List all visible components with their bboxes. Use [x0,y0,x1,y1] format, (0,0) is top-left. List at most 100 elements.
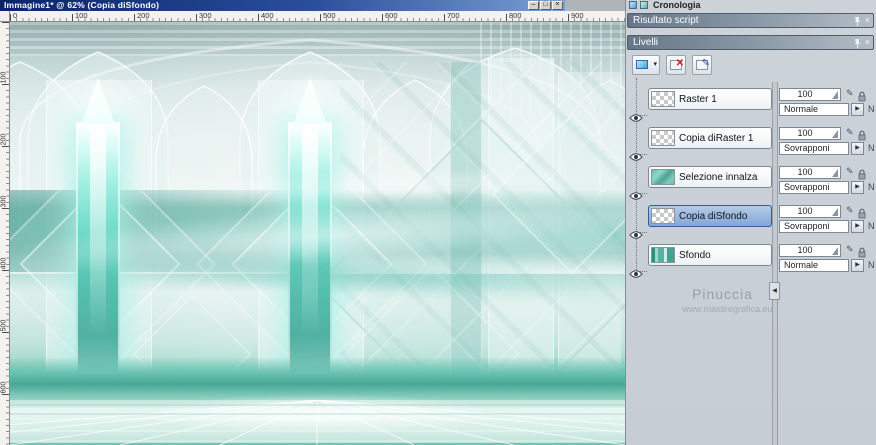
vertical-ruler: 100 200 300 400 500 600 [0,22,10,445]
layer-opacity-value: 100 [780,245,830,256]
blend-mode-value: Normale [784,260,818,270]
layer-opacity-field[interactable]: 100 [779,205,841,218]
link-indicator: N [868,260,875,270]
blend-mode-value: Sovrapponi [784,182,830,192]
opacity-slider-icon [832,247,838,255]
lock-icon [858,167,866,178]
blend-mode-dropdown[interactable]: Normale [779,103,849,116]
layer-thumbnail [651,169,675,185]
opacity-slider-icon [832,169,838,177]
blend-dropdown-arrow[interactable]: ▶ [851,142,864,155]
blend-mode-value: Sovrapponi [784,143,830,153]
splitter-collapse-arrow[interactable]: ◀ [769,282,780,300]
layer-row: Copia diRaster 1 100 ✎ Sovrapponi ▶ N [626,127,876,166]
layer-visibility-eye-icon[interactable] [629,188,643,198]
ruler-v-label: 400 [1,256,8,272]
close-button[interactable]: × [552,1,563,10]
blend-mode-dropdown[interactable]: Sovrapponi [779,181,849,194]
lock-icon [858,245,866,256]
workspace-gap [565,0,625,11]
layer-thumbnail [651,208,675,224]
layer-opacity-value: 100 [780,167,830,178]
ruler-h-label: 400 [261,11,274,20]
maximize-button[interactable]: □ [540,1,551,10]
right-dock-panel: Cronologia Risultato script × Livelli × [625,0,876,445]
ruler-v-label: 100 [1,70,8,86]
link-indicator: N [868,104,875,114]
layer-name: Sfondo [679,246,711,265]
ruler-h-label: 200 [137,11,150,20]
layer-visibility-eye-icon[interactable] [629,110,643,120]
brush-icon: ✎ [846,166,854,177]
ruler-h-label: 700 [447,11,460,20]
brush-icon: ✎ [846,205,854,216]
blend-mode-dropdown[interactable]: Sovrapponi [779,142,849,155]
blend-dropdown-arrow[interactable]: ▶ [851,181,864,194]
layer-item[interactable]: Raster 1 [648,88,772,110]
link-indicator: N [868,221,875,231]
layer-visibility-eye-icon[interactable] [629,149,643,159]
layer-visibility-eye-icon[interactable] [629,227,643,237]
layer-opacity-value: 100 [780,206,830,217]
blend-dropdown-arrow[interactable]: ▶ [851,220,864,233]
layer-opacity-value: 100 [780,89,830,100]
layer-item[interactable]: Selezione innalza [648,166,772,188]
layer-row: Selezione innalza 100 ✎ Sovrapponi ▶ N [626,166,876,205]
blend-dropdown-arrow[interactable]: ▶ [851,259,864,272]
ruler-h-label: 100 [75,11,88,20]
ruler-corner [0,11,10,22]
ruler-v-label: 600 [1,380,8,396]
horizontal-ruler: 0100200300400500600700800900 [10,11,625,22]
ruler-h-label: 300 [199,11,212,20]
art-noise-texture [10,22,625,445]
layer-name: Copia diRaster 1 [679,129,753,148]
layer-row: Sfondo 100 ✎ Normale ▶ N [626,244,876,283]
layer-opacity-field[interactable]: 100 [779,88,841,101]
lock-icon [858,206,866,217]
panel-splitter[interactable] [772,82,778,445]
opacity-slider-icon [832,208,838,216]
image-window-titlebar[interactable]: Immagine1* @ 62% (Copia diSfondo) – □ × [0,0,565,11]
ruler-h-label: 0 [13,11,17,20]
lock-icon [858,128,866,139]
link-indicator: N [868,182,875,192]
layers-list: Raster 1 100 ✎ Normale ▶ N Cop [626,0,876,445]
blend-mode-dropdown[interactable]: Normale [779,259,849,272]
opacity-slider-icon [832,130,838,138]
layer-visibility-eye-icon[interactable] [629,266,643,276]
ruler-v-label: 200 [1,132,8,148]
layer-opacity-value: 100 [780,128,830,139]
ruler-h-label: 800 [509,11,522,20]
layer-opacity-field[interactable]: 100 [779,166,841,179]
layer-thumbnail [651,91,675,107]
ruler-h-label: 600 [385,11,398,20]
layer-opacity-field[interactable]: 100 [779,244,841,257]
layer-name: Raster 1 [679,90,717,109]
layer-item[interactable]: Copia diSfondo [648,205,772,227]
blend-mode-value: Normale [784,104,818,114]
brush-icon: ✎ [846,127,854,138]
minimize-button[interactable]: – [528,1,539,10]
watermark-name: Pinuccia [692,286,753,302]
blend-mode-dropdown[interactable]: Sovrapponi [779,220,849,233]
brush-icon: ✎ [846,88,854,99]
lock-icon [858,89,866,100]
window-controls: – □ × [528,1,563,10]
ruler-h-label: 900 [571,11,584,20]
ruler-v-label: 300 [1,194,8,210]
ruler-v-label: 500 [1,318,8,334]
opacity-slider-icon [832,91,838,99]
layer-item[interactable]: Sfondo [648,244,772,266]
layer-row: Copia diSfondo 100 ✎ Sovrapponi ▶ N [626,205,876,244]
blend-dropdown-arrow[interactable]: ▶ [851,103,864,116]
layer-name: Copia diSfondo [679,207,747,226]
psp-workspace: Immagine1* @ 62% (Copia diSfondo) – □ × … [0,0,876,445]
watermark-url: www.maidiregrafica.eu [682,304,773,314]
canvas[interactable] [10,22,625,445]
window-title: Immagine1* @ 62% (Copia diSfondo) [4,0,159,11]
layer-name: Selezione innalza [679,168,757,187]
layer-item[interactable]: Copia diRaster 1 [648,127,772,149]
brush-icon: ✎ [846,244,854,255]
layer-opacity-field[interactable]: 100 [779,127,841,140]
link-indicator: N [868,143,875,153]
